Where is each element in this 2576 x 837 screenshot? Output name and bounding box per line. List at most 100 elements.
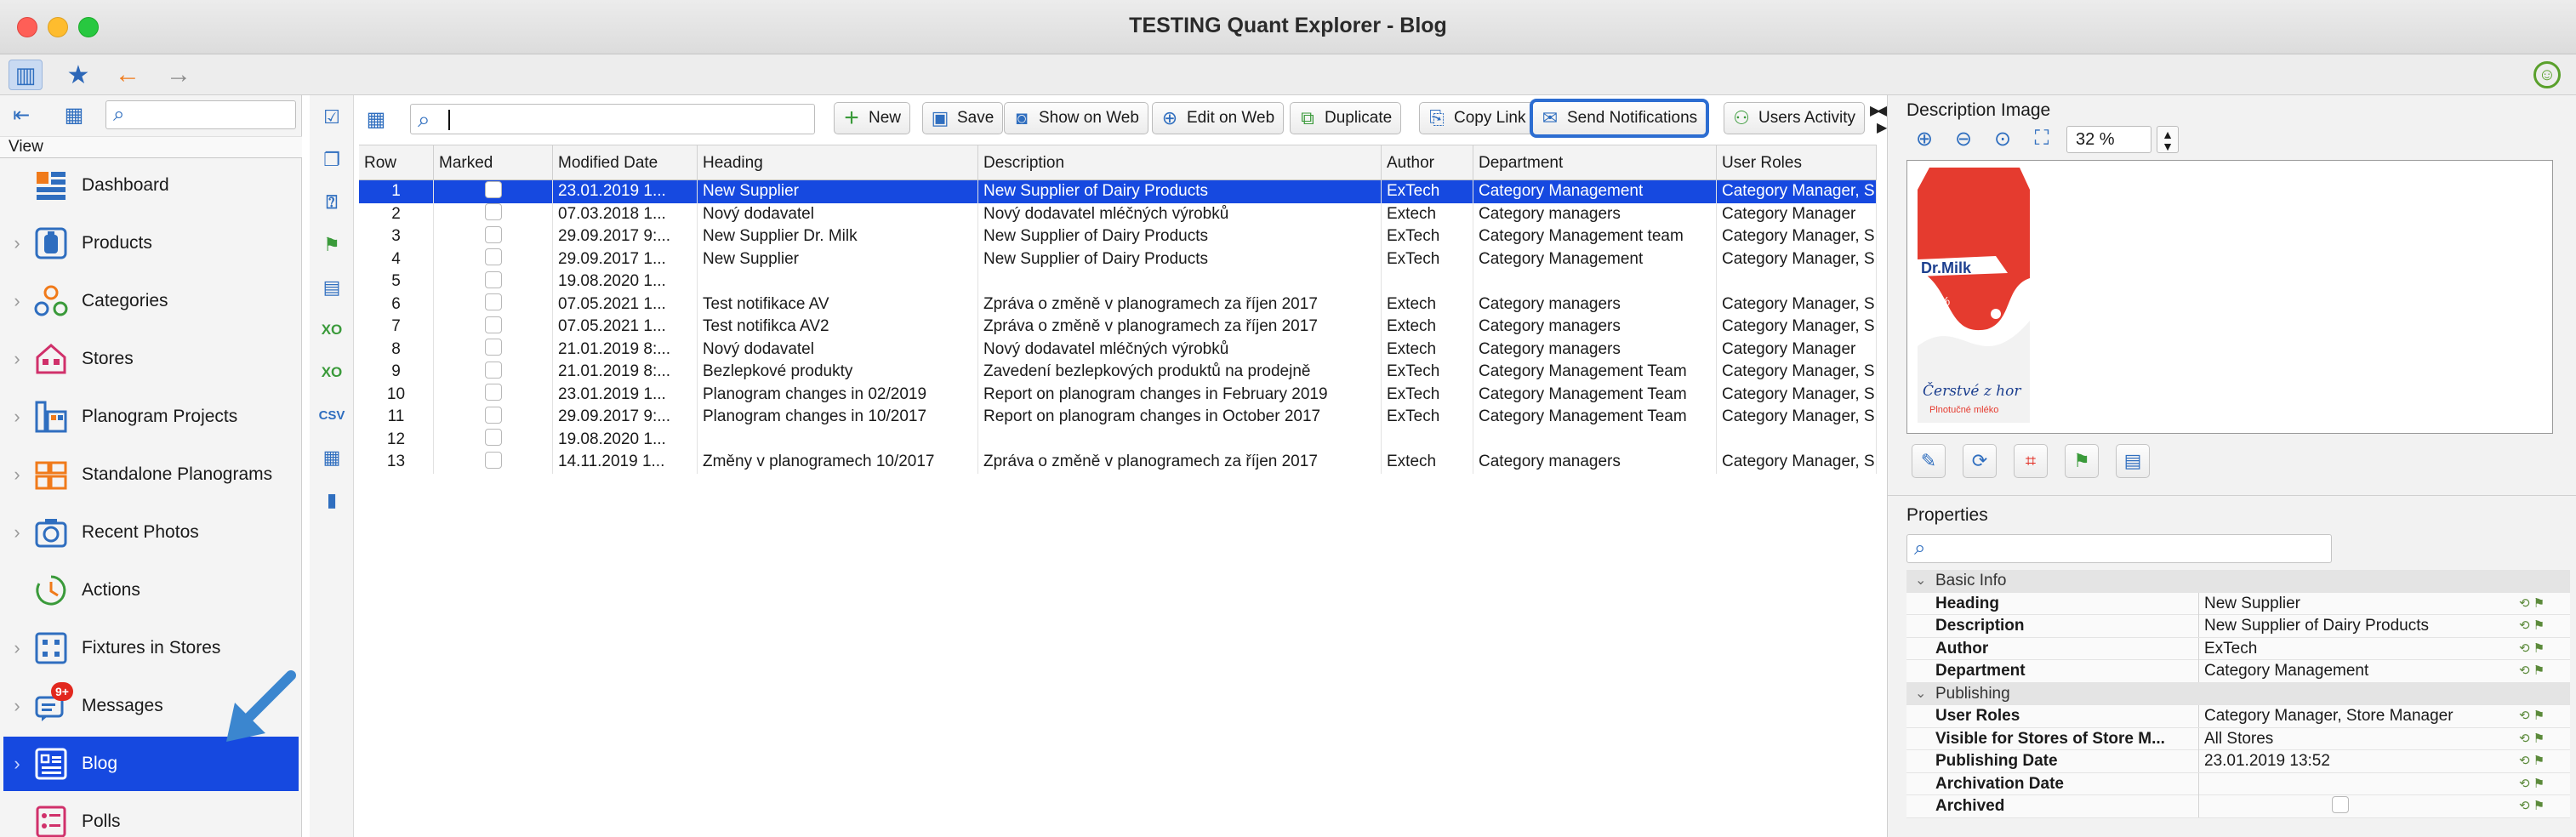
property-row[interactable]: Archivation Date ⟲ ⚑ [1906,772,2570,795]
column-header-marked[interactable]: Marked [434,145,553,181]
column-header-heading[interactable]: Heading [698,145,978,181]
nav-item-polls[interactable]: Polls [3,794,299,837]
marked-checkbox[interactable] [484,248,502,266]
help-button[interactable]: ⍰ [316,187,347,218]
property-reset-icon[interactable]: ⟲ ⚑ [2519,615,2567,637]
export-csv-button[interactable]: CSV [316,400,347,430]
export-excel-button[interactable]: XO [316,315,347,345]
flag-image-button[interactable]: ⚑ [2065,444,2099,478]
new-button[interactable]: + New [834,102,911,134]
property-value[interactable]: All Stores [2204,728,2502,750]
marked-checkbox[interactable] [484,384,502,401]
favorites-button[interactable]: ★ [61,60,95,90]
marked-checkbox[interactable] [484,316,502,333]
panel-divider[interactable] [1888,495,2576,502]
property-row[interactable]: User Roles Category Manager, Store Manage… [1906,705,2570,728]
property-row[interactable]: Description New Supplier of Dairy Product… [1906,615,2570,638]
property-reset-icon[interactable]: ⟲ ⚑ [2519,593,2567,615]
property-value[interactable]: New Supplier of Dairy Products [2204,615,2502,637]
property-value[interactable]: 23.01.2019 13:52 [2204,750,2502,772]
nav-item-categories[interactable]: › Categories [3,274,299,328]
table-row[interactable]: 7 07.05.2021 1... Test notifikca AV2 Zpráva… [359,316,1877,339]
column-header-modified-date[interactable]: Modified Date [553,145,698,181]
table-row[interactable]: 13 14.11.2019 1... Změny v planogramech 10… [359,451,1877,474]
import-excel-button[interactable]: XO [316,357,347,388]
chart-button[interactable]: ▮ [316,485,347,515]
nav-item-products[interactable]: › Products [3,216,299,270]
nav-item-standalone-planograms[interactable]: › Standalone Planograms [3,447,299,502]
zoom-actual-button[interactable]: ⊙ [1988,124,2017,153]
nav-item-recent-photos[interactable]: › Recent Photos [3,505,299,560]
property-reset-icon[interactable]: ⟲ ⚑ [2519,705,2567,727]
navigation-search[interactable]: ⌕ [105,100,296,129]
property-row[interactable]: Publishing Date 23.01.2019 13:52 ⟲ ⚑ [1906,750,2570,773]
nav-item-planogram-projects[interactable]: › Planogram Projects [3,390,299,444]
property-value[interactable] [2204,795,2502,817]
feedback-button[interactable]: ☺ [2533,61,2561,88]
property-value[interactable]: Category Manager, Store Manager [2204,705,2502,727]
column-header-department[interactable]: Department [1473,145,1717,181]
table-row[interactable]: 6 07.05.2021 1... Test notifikace AV Zpráva… [359,293,1877,316]
duplicate-button[interactable]: ⧉ Duplicate [1290,102,1402,134]
table-row[interactable]: 2 07.03.2018 1... Nový dodavatel Nový dodav… [359,202,1877,225]
property-value[interactable]: New Supplier [2204,593,2502,615]
table-row[interactable]: 8 21.01.2019 8:... Nový dodavatel Nový doda… [359,338,1877,361]
archived-checkbox[interactable] [2332,795,2349,813]
property-row[interactable]: Heading New Supplier ⟲ ⚑ [1906,592,2570,615]
marked-checkbox[interactable] [484,225,502,243]
column-settings-button[interactable]: ▦ [316,442,347,473]
property-value[interactable]: ExTech [2204,638,2502,660]
property-row[interactable]: Author ExTech ⟲ ⚑ [1906,637,2570,660]
marked-checkbox[interactable] [484,293,502,311]
list-button[interactable]: ▤ [316,272,347,303]
zoom-level-field[interactable]: 32 % [2066,126,2151,153]
marked-checkbox[interactable] [484,180,502,198]
back-button[interactable]: ← [111,60,145,90]
nav-item-stores[interactable]: › Stores [3,332,299,386]
layout-toggle-button[interactable]: ▥ [9,60,43,90]
property-group-publishing[interactable]: ⌄ Publishing [1906,682,2570,705]
property-reset-icon[interactable]: ⟲ ⚑ [2519,773,2567,795]
property-value[interactable]: Category Management [2204,660,2502,682]
nav-item-dashboard[interactable]: Dashboard [3,158,299,213]
send-notifications-button[interactable]: ✉ Send Notifications [1530,99,1710,138]
marked-checkbox[interactable] [484,451,502,469]
copy-button[interactable]: ❐ [316,145,347,175]
marked-checkbox[interactable] [484,429,502,447]
users-activity-button[interactable]: ⚇ Users Activity [1724,102,1866,134]
rotate-image-button[interactable]: ⟳ [1963,444,1997,478]
navigation-search-input[interactable] [140,105,290,125]
list-settings-button[interactable]: ▦ [361,104,391,134]
property-row[interactable]: Department Category Management ⟲ ⚑ [1906,660,2570,683]
property-row[interactable]: Archived ⟲ ⚑ [1906,795,2570,818]
list-search[interactable]: ⌕ [410,104,815,134]
table-row[interactable]: 9 21.01.2019 8:... Bezlepkové produkty Zave… [359,361,1877,384]
save-button[interactable]: ▣ Save [922,102,1004,134]
marked-checkbox[interactable] [484,406,502,424]
property-reset-icon[interactable]: ⟲ ⚑ [2519,660,2567,682]
table-row[interactable]: 4 29.09.2017 1... New Supplier New Supplier… [359,248,1877,270]
nav-item-actions[interactable]: Actions [3,563,299,618]
fit-to-window-button[interactable]: ⛶ [2027,124,2056,153]
select-all-button[interactable]: ☑ [316,102,347,133]
edit-on-web-button[interactable]: ⊕ Edit on Web [1152,102,1285,134]
table-row[interactable]: 10 23.01.2019 1... Planogram changes in 02… [359,383,1877,406]
table-row[interactable]: 3 29.09.2017 9:... New Supplier Dr. Milk Ne… [359,225,1877,248]
zoom-out-button[interactable]: ⊖ [1949,124,1978,153]
forward-button[interactable]: → [162,60,196,90]
marked-checkbox[interactable] [484,361,502,379]
table-row[interactable]: 12 19.08.2020 1... [359,428,1877,451]
edit-image-button[interactable]: ✎ [1912,444,1946,478]
property-reset-icon[interactable]: ⟲ ⚑ [2519,795,2567,817]
property-row[interactable]: Visible for Stores of Store M... All Stor… [1906,727,2570,750]
property-reset-icon[interactable]: ⟲ ⚑ [2519,638,2567,660]
marked-checkbox[interactable] [484,270,502,288]
image-list-button[interactable]: ▤ [2116,444,2150,478]
table-row[interactable]: 1 23.01.2019 1... New Supplier New Supplier… [359,180,1877,203]
marked-checkbox[interactable] [484,203,502,221]
tag-button[interactable]: ⚑ [316,230,347,260]
table-row[interactable]: 5 19.08.2020 1... [359,270,1877,293]
column-header-row[interactable]: Row [359,145,434,181]
property-reset-icon[interactable]: ⟲ ⚑ [2519,750,2567,772]
crop-image-button[interactable]: ⌗ [2014,444,2048,478]
